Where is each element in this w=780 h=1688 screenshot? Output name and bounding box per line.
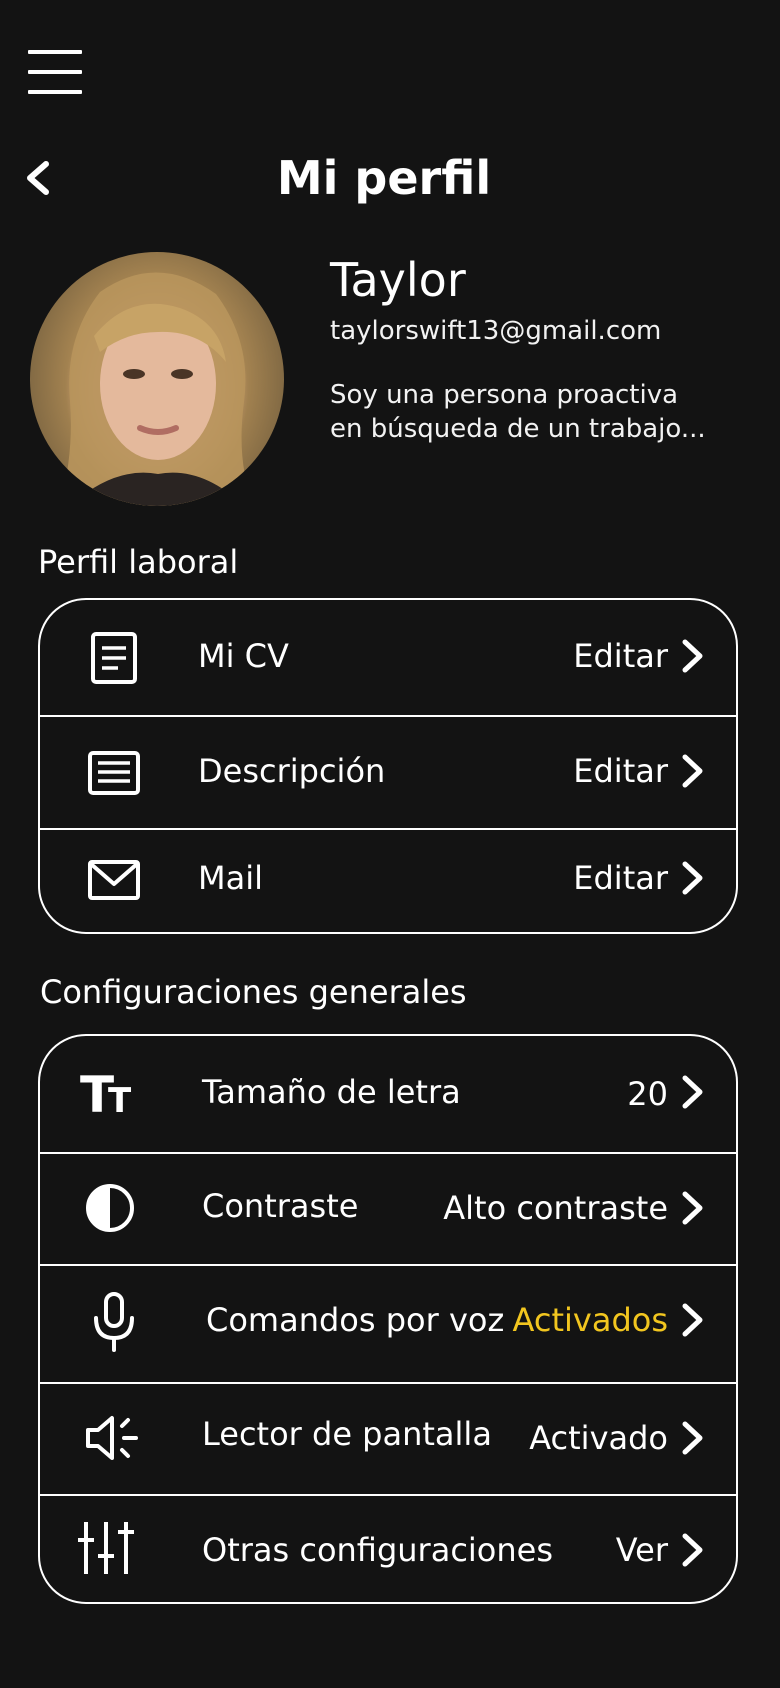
section-title-general-settings: Configuraciones generales [40,973,467,1011]
row-screen-reader[interactable]: Lector de pantalla Activado [40,1384,736,1494]
general-settings-card: T T Tamaño de letra 20 Contraste Alto co… [38,1034,738,1604]
row-label: Lector de pantalla [202,1415,492,1453]
contrast-icon [80,1178,140,1238]
row-label: Mail [198,859,263,897]
row-value: 20 [627,1075,668,1113]
text-size-icon: T T [80,1062,140,1124]
description-icon [84,743,144,803]
row-text-size[interactable]: T T Tamaño de letra 20 [40,1036,736,1152]
mail-icon [84,850,144,910]
document-icon [84,628,144,688]
row-value: Alto contraste [443,1189,668,1227]
row-contrast[interactable]: Contraste Alto contraste [40,1154,736,1264]
svg-text:T: T [108,1081,132,1121]
row-label: Tamaño de letra [202,1073,461,1111]
row-label: Comandos por voz [206,1301,505,1339]
chevron-right-icon [680,1190,706,1226]
row-descripcion[interactable]: Descripción Editar [40,717,736,828]
row-value: Editar [573,752,668,790]
chevron-right-icon [680,1420,706,1456]
profile-email: taylorswift13@gmail.com [330,316,662,346]
row-label: Mi CV [198,637,289,675]
row-value: Editar [573,637,668,675]
microphone-icon [84,1292,144,1352]
row-value: Ver [615,1531,668,1569]
work-profile-card: Mi CV Editar Descripción Editar Mail Edi… [38,598,738,934]
row-value: Activado [529,1419,668,1457]
profile-bio: Soy una persona proactiva en búsqueda de… [330,378,750,446]
chevron-right-icon [680,1302,706,1338]
profile-bio-line: en búsqueda de un trabajo... [330,414,706,444]
chevron-right-icon [680,753,706,789]
section-title-work-profile: Perfil laboral [38,543,239,581]
avatar [30,252,284,506]
row-value-activated: Activados [512,1301,668,1339]
profile-name: Taylor [330,253,466,307]
profile-bio-line: Soy una persona proactiva [330,380,679,410]
row-label: Descripción [198,752,386,790]
row-voice-commands[interactable]: Comandos por voz Activados [40,1266,736,1382]
chevron-right-icon [680,1532,706,1568]
row-label: Contraste [202,1187,359,1225]
row-label: Otras configuraciones [202,1531,554,1569]
row-mi-cv[interactable]: Mi CV Editar [40,600,736,715]
chevron-right-icon [680,638,706,674]
page-title: Mi perfil [276,151,492,205]
row-mail[interactable]: Mail Editar [40,830,736,932]
row-other-settings[interactable]: Otras configuraciones Ver [40,1496,736,1602]
row-value: Editar [573,859,668,897]
sliders-icon [76,1518,136,1578]
chevron-right-icon [680,860,706,896]
chevron-right-icon [680,1074,706,1110]
speaker-icon [84,1408,144,1468]
hamburger-menu-icon[interactable] [28,46,82,96]
